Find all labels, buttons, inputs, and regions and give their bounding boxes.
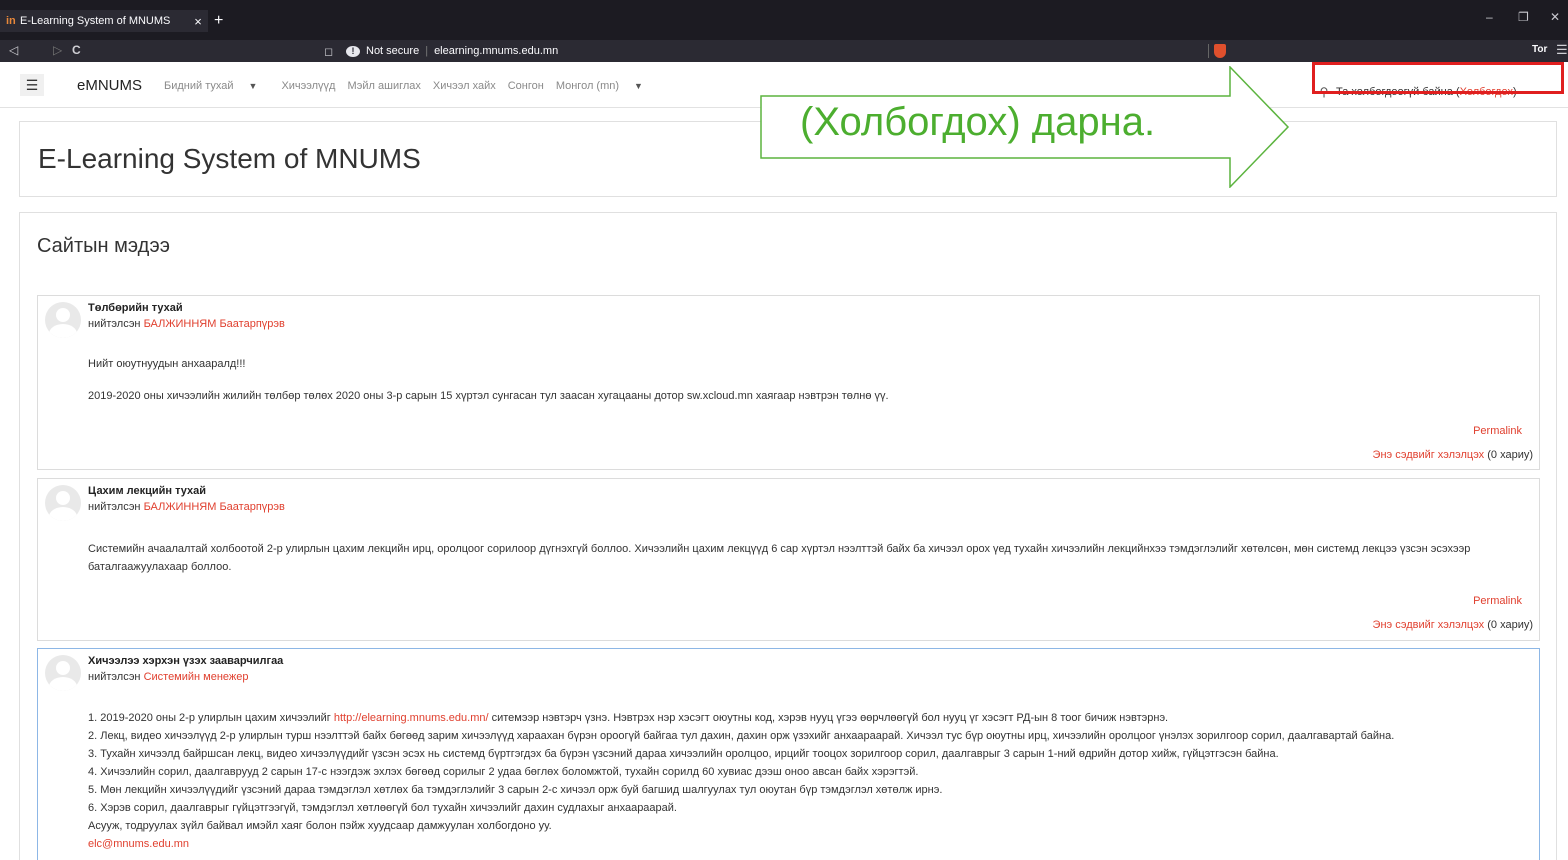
caret-down-icon: ▼ xyxy=(634,81,643,91)
nav-link-course-search[interactable]: Хичээл хайх xyxy=(433,80,496,92)
avatar xyxy=(45,655,81,691)
post-content: Системийн ачаалалтай холбоотой 2-р улирл… xyxy=(88,540,1538,590)
discuss-topic-link[interactable]: Энэ сэдвийг хэлэлцэх xyxy=(1373,619,1485,631)
nav-link-courses[interactable]: Хичээлүүд xyxy=(281,80,335,92)
login-highlight-box xyxy=(1312,62,1564,94)
instruction-line: 2. Лекц, видео хичээлүүд 2-р улирлын тур… xyxy=(88,730,1395,742)
tor-label[interactable]: Tor xyxy=(1532,44,1547,55)
window-close-icon[interactable]: ✕ xyxy=(1550,10,1560,24)
hamburger-menu-icon[interactable]: ☰ xyxy=(20,74,44,96)
caret-down-icon: ▼ xyxy=(248,81,258,91)
instruction-line: Асууж, тодруулах зүйл байвал имэйл хаяг … xyxy=(88,820,552,832)
forward-icon[interactable]: ▷ xyxy=(53,43,62,57)
post-paragraph: Нийт оюутнуудын анхааралд!!! xyxy=(88,358,246,370)
forum-post: Хичээлээ хэрхэн үзэх зааварчилгаа нийтэл… xyxy=(37,648,1540,860)
avatar xyxy=(45,485,81,521)
browser-tab-bar: in E-Learning System of MNUMS × + – ❐ ✕ xyxy=(0,0,1568,40)
email-link[interactable]: elc@mnums.edu.mn xyxy=(88,835,1538,853)
forum-post: Цахим лекцийн тухай нийтэлсэн БАЛЖИННЯМ … xyxy=(37,478,1540,641)
restore-icon[interactable]: ❐ xyxy=(1518,10,1529,24)
instruction-line: 3. Тухайн хичээлд байршсан лекц, видео х… xyxy=(88,748,1279,760)
discuss-topic: Энэ сэдвийг хэлэлцэх (0 хариу) xyxy=(1372,619,1533,631)
post-paragraph: Системийн ачаалалтай холбоотой 2-р улирл… xyxy=(88,543,1471,573)
post-content: Нийт оюутнуудын анхааралд!!! 2019-2020 о… xyxy=(88,355,1538,419)
site-favicon-icon: in xyxy=(6,15,16,27)
reload-icon[interactable]: C xyxy=(72,43,81,57)
post-paragraph: 2019-2020 оны хичээлийн жилийн төлбөр тө… xyxy=(88,390,889,402)
post-content: 1. 2019-2020 оны 2-р улирлын цахим хичээ… xyxy=(88,709,1538,853)
nav-link-language[interactable]: Монгол (mn) ▼ xyxy=(556,80,655,92)
page-title: E-Learning System of MNUMS xyxy=(38,143,421,174)
instruction-line: 5. Мөн лекцийн хичээлүүдийг үзсэний дара… xyxy=(88,784,943,796)
permalink-link[interactable]: Permalink xyxy=(1473,425,1522,437)
instruction-line: 1. 2019-2020 оны 2-р улирлын цахим хичээ… xyxy=(88,712,1169,724)
discuss-topic: Энэ сэдвийг хэлэлцэх (0 хариу) xyxy=(1372,449,1533,461)
post-subject: Төлбөрийн тухай xyxy=(88,302,183,314)
menu-icon[interactable]: ☰ xyxy=(1556,42,1568,58)
site-news-title: Сайтын мэдээ xyxy=(37,235,170,257)
minimize-icon[interactable]: – xyxy=(1486,10,1493,24)
nav-link-mail[interactable]: Мэйл ашиглах xyxy=(347,80,420,92)
post-author-link[interactable]: Системийн менежер xyxy=(144,671,249,683)
elearning-url-link[interactable]: http://elearning.mnums.edu.mn/ xyxy=(334,712,489,724)
forum-post: Төлбөрийн тухай нийтэлсэн БАЛЖИННЯМ Баат… xyxy=(37,295,1540,470)
browser-nav-bar: ◁ ▷ C ◻ ! Not secure | elearning.mnums.e… xyxy=(0,40,1568,62)
brave-shield-icon[interactable] xyxy=(1208,44,1232,58)
instruction-line: 6. Хэрэв сорил, даалгаврыг гүйцэтгээгүй,… xyxy=(88,802,677,814)
permalink-link[interactable]: Permalink xyxy=(1473,595,1522,607)
post-byline: нийтэлсэн БАЛЖИННЯМ Баатарпүрэв xyxy=(88,318,285,330)
avatar xyxy=(45,302,81,338)
back-icon[interactable]: ◁ xyxy=(9,43,18,57)
url-separator: | xyxy=(425,45,429,57)
post-byline: нийтэлсэн БАЛЖИННЯМ Баатарпүрэв xyxy=(88,501,285,513)
nav-links: Бидний тухай ▼ Хичээлүүд Мэйл ашиглах Хич… xyxy=(164,80,667,92)
tab-title: E-Learning System of MNUMS xyxy=(20,15,171,27)
post-author-link[interactable]: БАЛЖИННЯМ Баатарпүрэв xyxy=(144,318,285,330)
callout-text: (Холбогдох) дарна. xyxy=(800,100,1156,144)
info-icon[interactable]: ! xyxy=(346,45,360,57)
post-subject: Цахим лекцийн тухай xyxy=(88,485,206,497)
security-label: Not secure xyxy=(366,45,420,57)
new-tab-icon[interactable]: + xyxy=(214,12,223,30)
bookmark-icon[interactable]: ◻ xyxy=(324,45,346,58)
address-bar[interactable]: ◻ ! Not secure | elearning.mnums.edu.mn xyxy=(324,42,1244,60)
site-news: Сайтын мэдээ Төлбөрийн тухай нийтэлсэн Б… xyxy=(19,212,1557,860)
discuss-topic-link[interactable]: Энэ сэдвийг хэлэлцэх xyxy=(1373,449,1485,461)
browser-tab[interactable]: in E-Learning System of MNUMS × xyxy=(0,10,208,32)
site-brand[interactable]: eMNUMS xyxy=(77,77,142,94)
instruction-line: 4. Хичээлийн сорил, даалгаврууд 2 сарын … xyxy=(88,766,919,778)
url-text: elearning.mnums.edu.mn xyxy=(434,45,559,57)
nav-link-elective[interactable]: Сонгон xyxy=(508,80,544,92)
nav-link-about[interactable]: Бидний тухай ▼ xyxy=(164,80,269,92)
tab-close-icon[interactable]: × xyxy=(188,14,208,29)
post-author-link[interactable]: БАЛЖИННЯМ Баатарпүрэв xyxy=(144,501,285,513)
post-subject: Хичээлээ хэрхэн үзэх зааварчилгаа xyxy=(88,655,284,667)
screen: in E-Learning System of MNUMS × + – ❐ ✕ … xyxy=(0,0,1568,860)
post-byline: нийтэлсэн Системийн менежер xyxy=(88,671,249,683)
